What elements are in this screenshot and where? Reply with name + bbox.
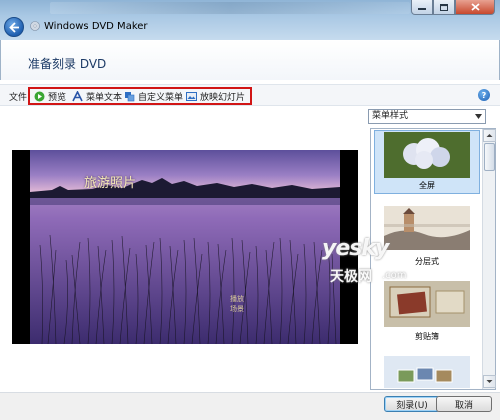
scroll-down-button[interactable] [483, 375, 496, 388]
file-menu[interactable]: 文件 [9, 90, 27, 103]
back-button[interactable] [4, 17, 24, 37]
maximize-button[interactable] [433, 0, 455, 15]
customize-icon [125, 91, 135, 101]
dvd-maker-app-icon [30, 21, 40, 31]
preview-menu-title: 旅游照片 [84, 176, 137, 191]
close-icon [470, 3, 480, 11]
customize-menu-button[interactable]: 自定义菜单 [124, 90, 184, 103]
menu-preview [12, 150, 358, 344]
style-item-scrapbook[interactable]: 剪贴簿 [384, 281, 470, 343]
style-label-layered: 分层式 [415, 257, 439, 266]
menu-style-dropdown[interactable]: 菜单样式 [368, 109, 486, 124]
window-title: Windows DVD Maker [44, 21, 148, 32]
style-item-layered[interactable]: 分层式 [384, 206, 470, 268]
slideshow-button[interactable]: 放映幻灯片 [186, 90, 246, 103]
cancel-button[interactable]: 取消 [436, 396, 492, 412]
layered-style-thumbnail [384, 206, 470, 250]
preview-label: 预览 [48, 92, 67, 103]
minimize-icon [418, 8, 426, 10]
back-arrow-icon [9, 22, 19, 33]
preview-lake-photo [12, 150, 358, 344]
chevron-up-icon [486, 134, 493, 137]
style-item-fullscreen[interactable]: 全屏 [384, 132, 470, 192]
menu-text-label: 菜单文本 [86, 92, 123, 103]
slideshow-label: 放映幻灯片 [200, 92, 246, 103]
style-item-photo-strip[interactable] [384, 356, 470, 388]
slideshow-icon [186, 91, 197, 101]
chevron-down-icon [475, 114, 482, 119]
close-button[interactable] [455, 0, 495, 15]
style-list-scrollbar[interactable] [482, 129, 496, 389]
scroll-thumb[interactable] [484, 143, 495, 171]
preview-scenes-button[interactable]: 场景 [228, 305, 246, 314]
customize-menu-label: 自定义菜单 [138, 92, 184, 103]
maximize-icon [440, 3, 448, 11]
preview-button[interactable]: 预览 [34, 90, 67, 103]
play-icon [34, 91, 45, 101]
text-icon [72, 90, 83, 101]
photo-strip-style-thumbnail [384, 356, 470, 388]
minimize-button[interactable] [411, 0, 433, 15]
window-controls [411, 0, 495, 15]
menu-style-dropdown-value: 菜单样式 [372, 111, 409, 121]
help-icon[interactable]: ? [478, 89, 490, 101]
page-title: 准备刻录 DVD [28, 57, 107, 71]
chevron-down-icon [486, 380, 493, 383]
preview-play-button[interactable]: 播放 [228, 295, 246, 304]
menu-text-button[interactable]: 菜单文本 [72, 90, 123, 103]
scroll-up-button[interactable] [483, 129, 496, 142]
scrapbook-style-thumbnail [384, 281, 470, 327]
style-label-fullscreen: 全屏 [419, 181, 435, 190]
style-label-scrapbook: 剪贴簿 [415, 332, 439, 341]
burn-button[interactable]: 刻录(U) [384, 396, 440, 412]
title-bar-blur [50, 2, 410, 14]
fullscreen-style-thumbnail [384, 132, 470, 178]
